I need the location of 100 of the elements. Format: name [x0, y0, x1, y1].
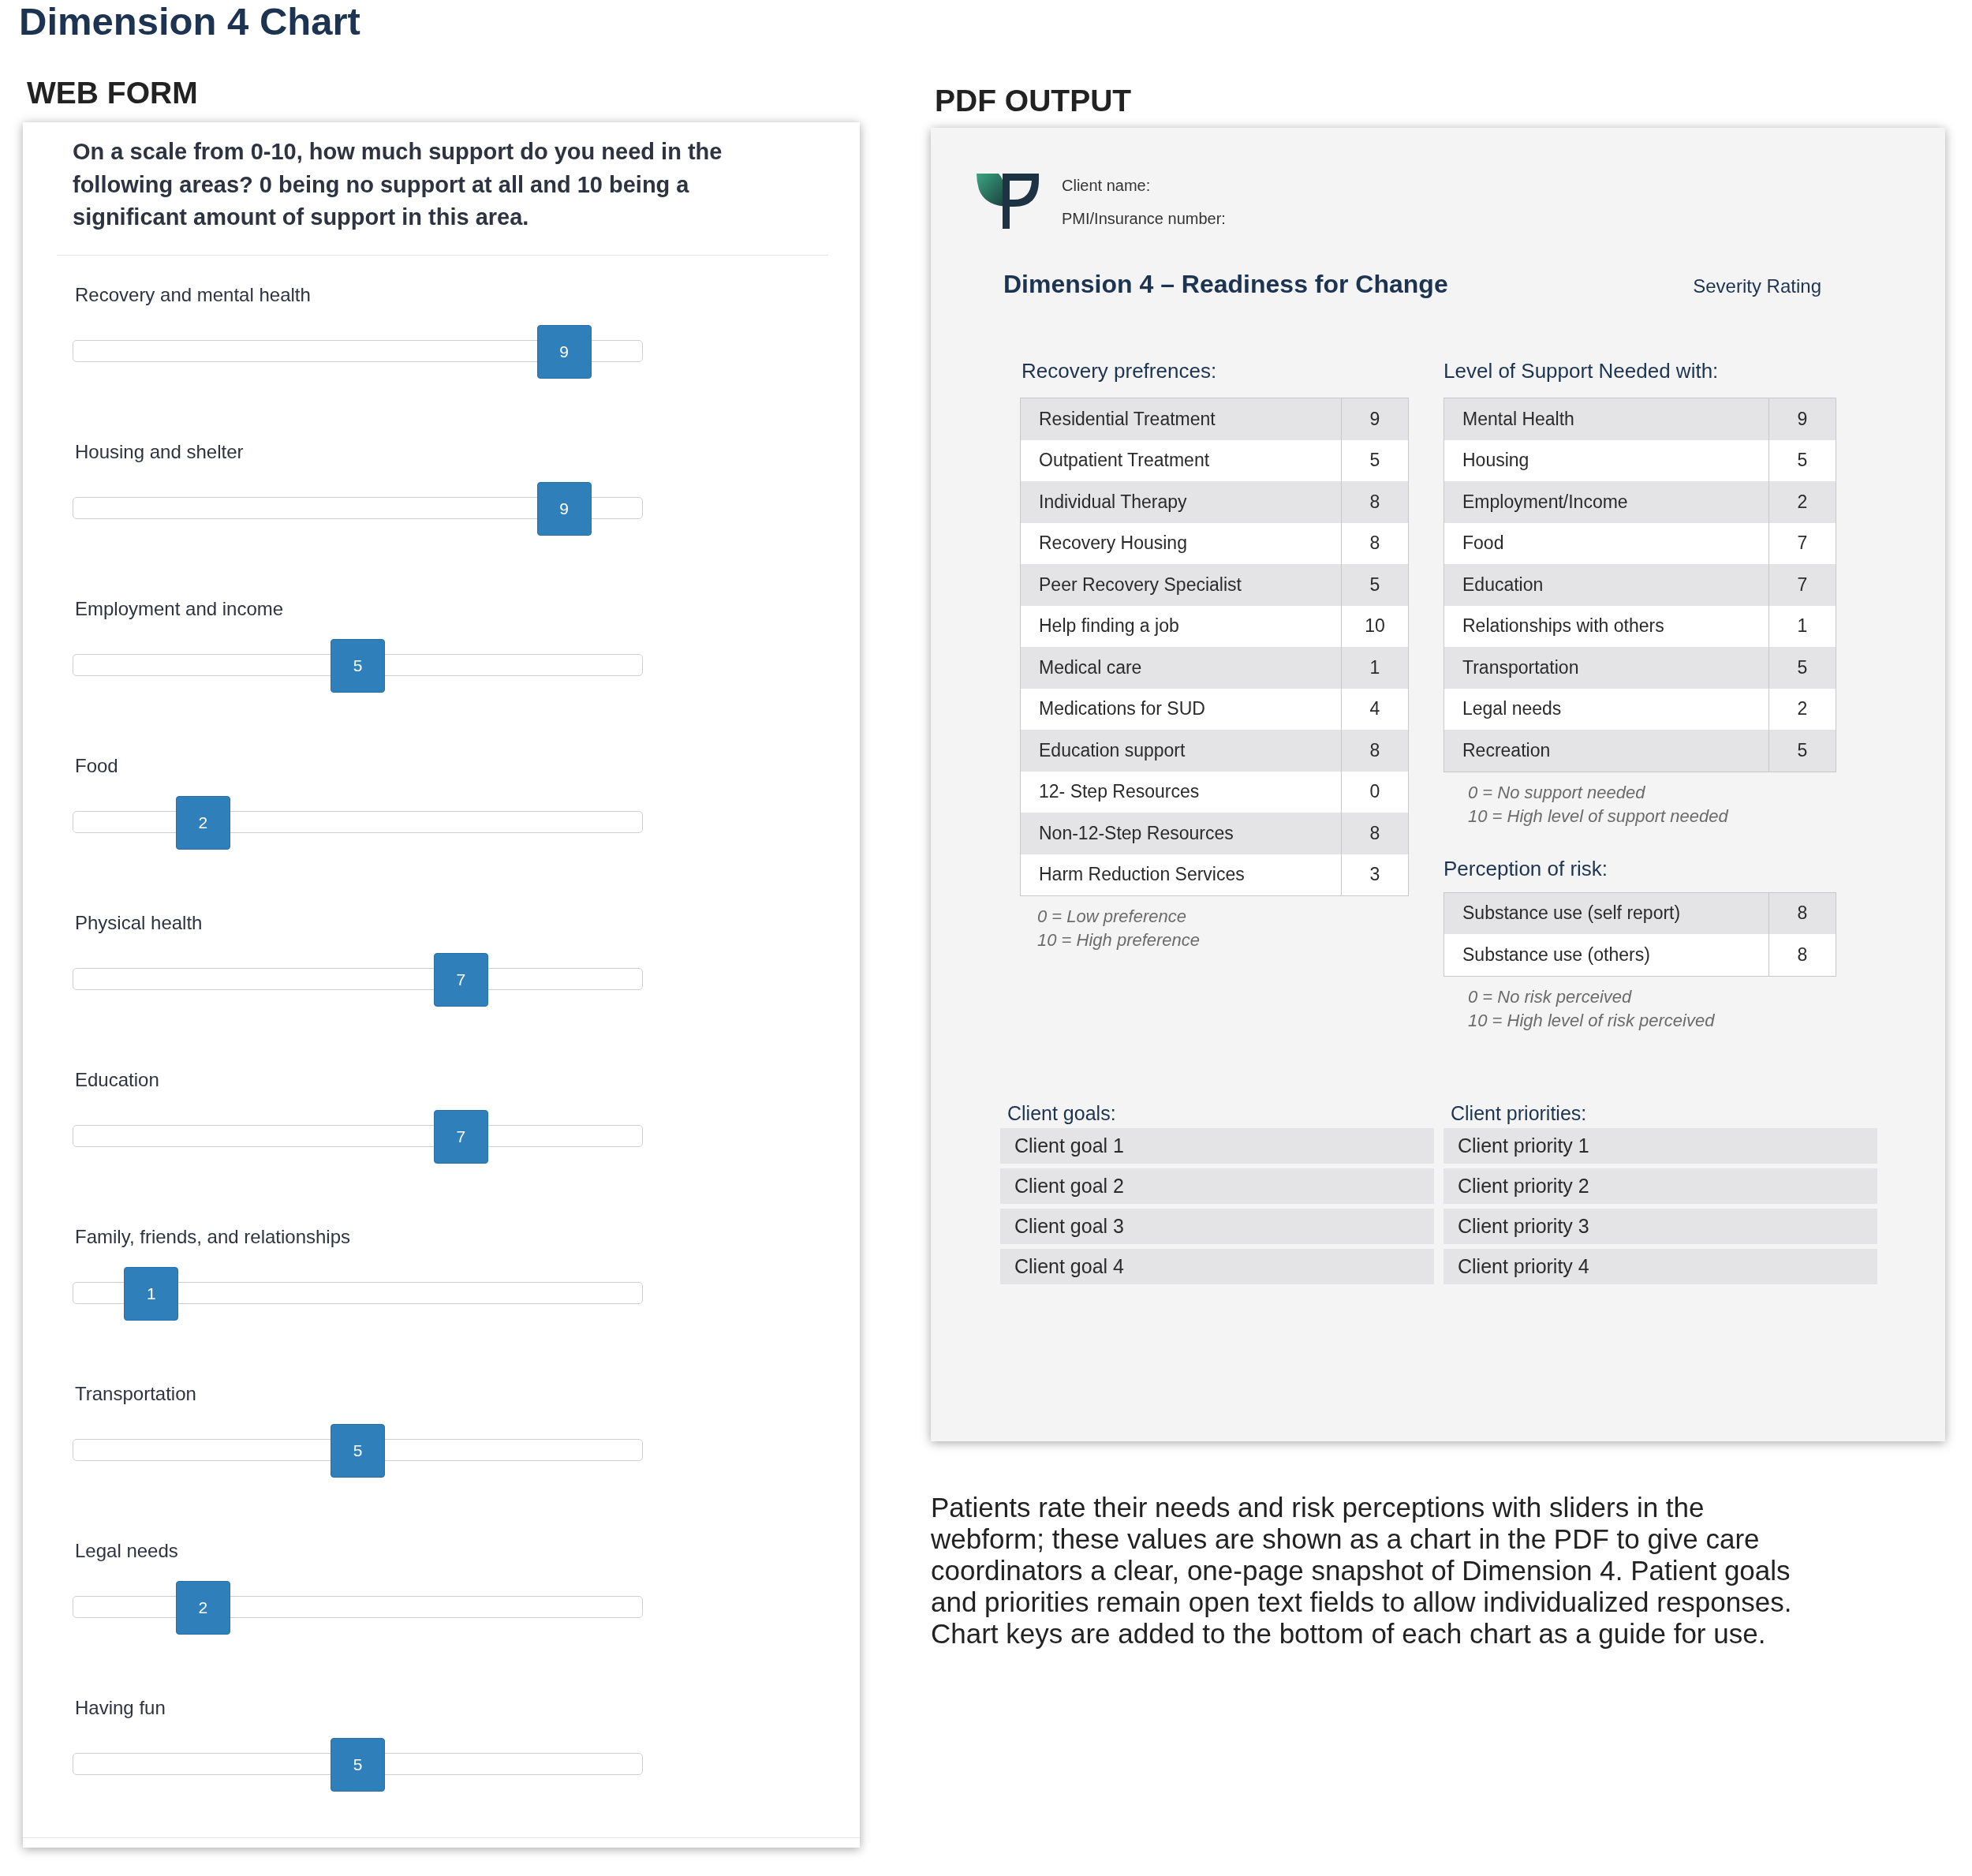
field-label: Client name:: [1062, 176, 1151, 196]
value-cell: 10: [1341, 605, 1408, 647]
table-cell: Legal needs: [1444, 688, 1768, 730]
value-cell: 8: [1768, 892, 1836, 934]
chart-key-text: 0 = No risk perceived: [1468, 985, 1632, 1008]
value-cell: 8: [1341, 813, 1408, 854]
table-cell: Harm Reduction Services: [1021, 854, 1341, 895]
chart-key-text: 0 = Low preference: [1037, 906, 1186, 928]
slider-label: Physical health: [75, 910, 203, 935]
slider-label: Employment and income: [75, 596, 284, 621]
value-cell: 5: [1341, 564, 1408, 606]
table-cell: Help finding a job: [1021, 605, 1341, 647]
table-cell: Medications for SUD: [1021, 688, 1341, 730]
value-cell: 4: [1341, 688, 1408, 730]
value-cell: 7: [1768, 522, 1836, 564]
value-cell: 0: [1341, 771, 1408, 813]
slider-track[interactable]: 1: [73, 1266, 643, 1321]
priority-field[interactable]: Client priority 3: [1444, 1208, 1877, 1244]
list-title: Client goals:: [1007, 1101, 1116, 1126]
value-cell: 3: [1341, 854, 1408, 895]
slider-label: Food: [75, 753, 118, 778]
slider-track[interactable]: 5: [73, 638, 643, 693]
value-cell: 8: [1341, 481, 1408, 523]
value-cell: 5: [1768, 439, 1836, 481]
table-cell: Recovery Housing: [1021, 522, 1341, 564]
slider-track[interactable]: 5: [73, 1737, 643, 1792]
priority-field[interactable]: Client priority 4: [1444, 1248, 1877, 1284]
list-title: Client priorities:: [1451, 1101, 1587, 1126]
table-cell: Mental Health: [1444, 398, 1768, 440]
table-cell: 12- Step Resources: [1021, 771, 1341, 813]
table-cell: Non-12-Step Resources: [1021, 813, 1341, 854]
table-cell: Housing: [1444, 439, 1768, 481]
table-cell: Transportation: [1444, 647, 1768, 689]
slider-thumb[interactable]: 5: [331, 1737, 385, 1792]
value-cell: 5: [1768, 730, 1836, 772]
table-cell: Substance use (self report): [1444, 892, 1768, 934]
table-cell: Peer Recovery Specialist: [1021, 564, 1341, 606]
value-cell: 8: [1341, 522, 1408, 564]
value-cell: 9: [1768, 398, 1836, 440]
value-cell: 5: [1768, 647, 1836, 689]
description-text: Patients rate their needs and risk perceptions with sliders in the webform; these values are shown as a chart in the PDF to give care coordinators a clear, one-page snapshot of Dimension 4. Patient goals and priorities remain open text fields to allow individualized responses. Chart keys are added to the bottom of each chart as a guide for use.: [931, 1492, 1793, 1650]
table-cell: Recreation: [1444, 730, 1768, 772]
table-cell: Education: [1444, 564, 1768, 606]
goal-field[interactable]: Client goal 1: [1000, 1127, 1434, 1164]
table-title: Perception of risk:: [1444, 855, 1608, 882]
slider-thumb[interactable]: 1: [124, 1266, 179, 1321]
table-cell: Medical care: [1021, 647, 1341, 689]
value-cell: 2: [1768, 481, 1836, 523]
page-title: Dimension 4 Chart: [19, 0, 360, 43]
section-heading: WEB FORM: [27, 75, 198, 111]
slider-label: Legal needs: [75, 1538, 178, 1563]
leaf-logo-icon: [977, 174, 1040, 229]
severity-label: Severity Rating: [1693, 275, 1821, 298]
value-cell: 8: [1341, 730, 1408, 772]
value-cell: 9: [1341, 398, 1408, 440]
slider-thumb[interactable]: 2: [175, 1580, 230, 1635]
priority-field[interactable]: Client priority 1: [1444, 1127, 1877, 1164]
table-title: Level of Support Needed with:: [1444, 358, 1719, 384]
slider-label: Education: [75, 1067, 159, 1092]
slider-label: Transportation: [75, 1381, 196, 1406]
slider-thumb[interactable]: 2: [175, 795, 230, 850]
slider-track[interactable]: 7: [73, 952, 643, 1007]
slider-label: Family, friends, and relationships: [75, 1224, 351, 1249]
table-cell: Residential Treatment: [1021, 398, 1341, 440]
table-cell: Food: [1444, 522, 1768, 564]
slider-label: Having fun: [75, 1695, 166, 1720]
value-cell: 1: [1768, 605, 1836, 647]
slider-thumb[interactable]: 5: [331, 638, 385, 693]
table-cell: Individual Therapy: [1021, 481, 1341, 523]
document-title: Dimension 4 – Readiness for Change: [1003, 269, 1448, 300]
value-cell: 2: [1768, 688, 1836, 730]
slider-track[interactable]: 5: [73, 1423, 643, 1478]
chart-key-text: 10 = High level of risk perceived: [1468, 1009, 1715, 1032]
slider-label: Recovery and mental health: [75, 282, 311, 307]
value-cell: 1: [1341, 647, 1408, 689]
goal-field[interactable]: Client goal 4: [1000, 1248, 1434, 1284]
slider-track[interactable]: 9: [73, 481, 643, 536]
table-cell: Outpatient Treatment: [1021, 439, 1341, 481]
slider-thumb[interactable]: 9: [536, 481, 592, 536]
slider-track[interactable]: 7: [73, 1109, 643, 1164]
question-text: On a scale from 0-10, how much support do you need in the following areas? 0 being no support at all and 10 being a significant amount of support in this area.: [73, 138, 723, 232]
slider-thumb[interactable]: 7: [433, 952, 488, 1007]
field-label: PMI/Insurance number:: [1062, 209, 1226, 229]
chart-key-text: 10 = High level of support needed: [1468, 805, 1728, 828]
table-cell: Employment/Income: [1444, 481, 1768, 523]
table-cell: Substance use (others): [1444, 934, 1768, 976]
table-title: Recovery prefrences:: [1021, 358, 1217, 384]
goal-field[interactable]: Client goal 3: [1000, 1208, 1434, 1244]
slider-label: Housing and shelter: [75, 439, 244, 464]
slider-track[interactable]: 2: [73, 795, 643, 850]
chart-key-text: 0 = No support needed: [1468, 781, 1645, 804]
priority-field[interactable]: Client priority 2: [1444, 1168, 1877, 1204]
slider-thumb[interactable]: 9: [536, 324, 592, 379]
slider-track[interactable]: 9: [73, 324, 643, 379]
slider-thumb[interactable]: 7: [433, 1109, 488, 1164]
chart-key-text: 10 = High preference: [1037, 929, 1201, 951]
goal-field[interactable]: Client goal 2: [1000, 1168, 1434, 1204]
table-cell: Relationships with others: [1444, 605, 1768, 647]
slider-track[interactable]: 2: [73, 1580, 643, 1635]
slider-thumb[interactable]: 5: [331, 1423, 385, 1478]
